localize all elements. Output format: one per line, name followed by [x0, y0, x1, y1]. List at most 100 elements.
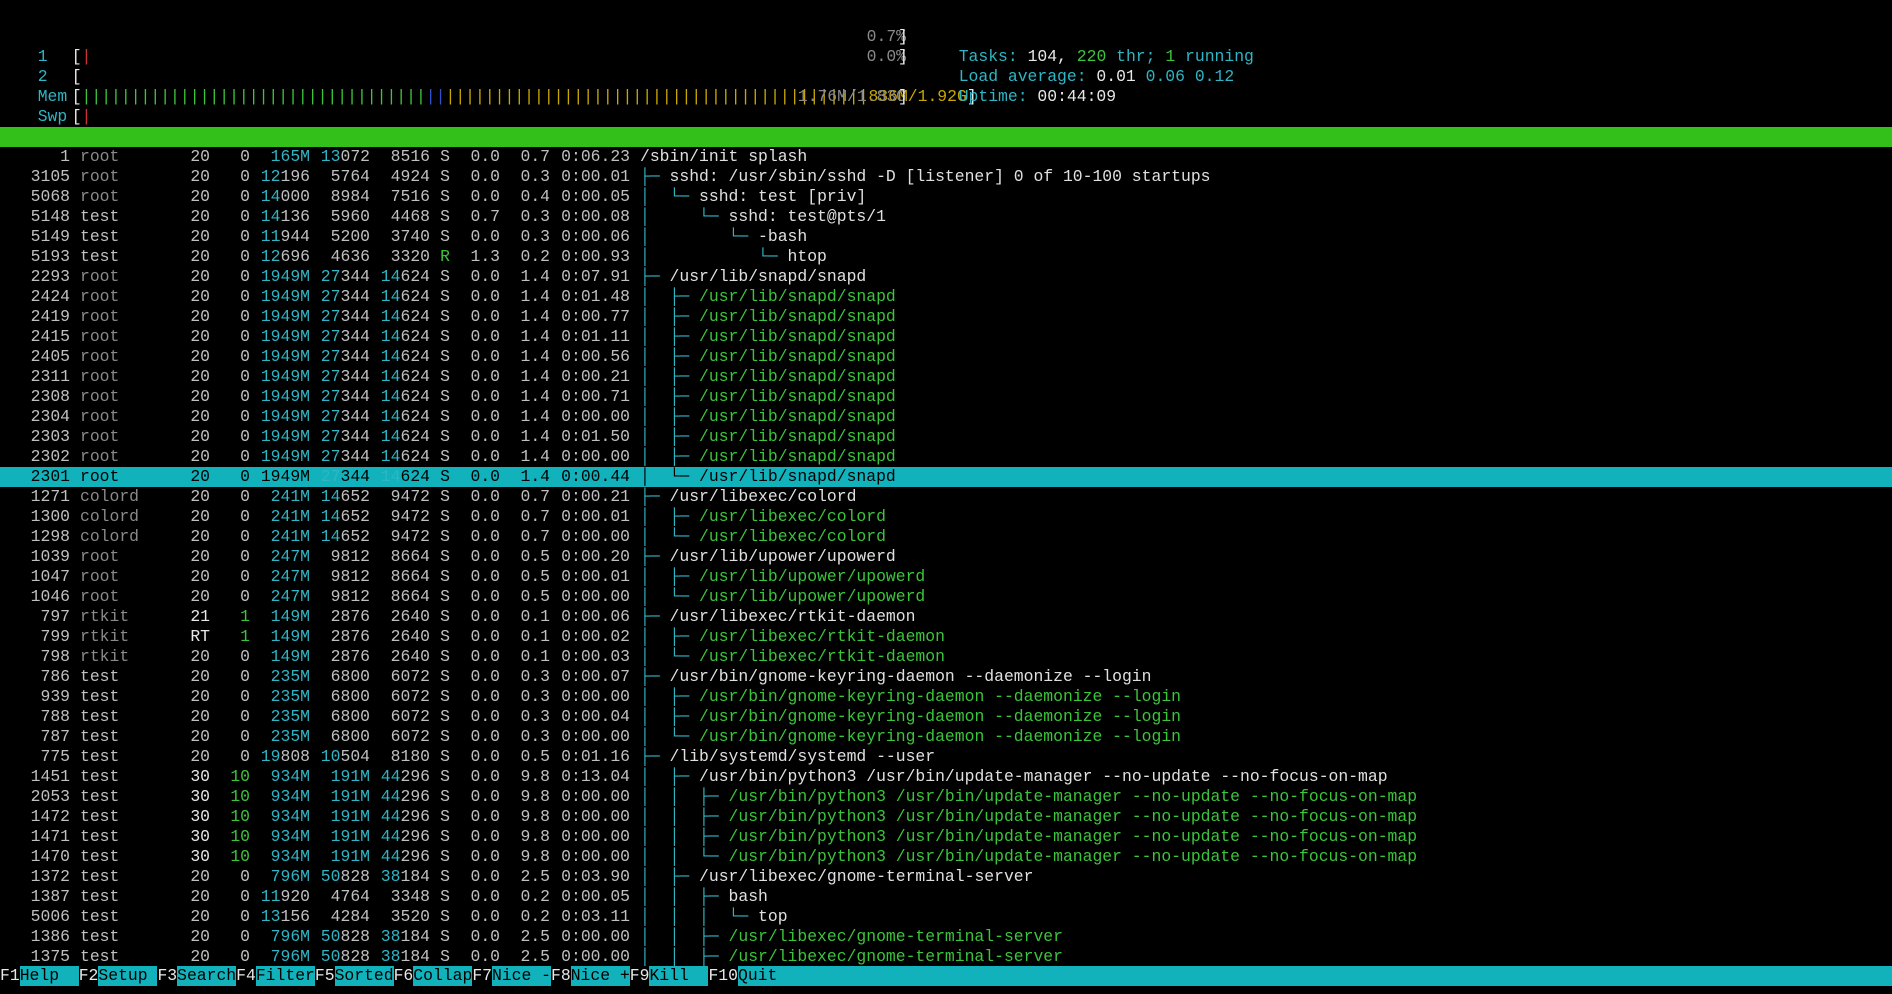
process-row[interactable]: 5148 test 20 0 14136 5960 4468 S 0.7 0.3 0:00.08 │ … — [0, 207, 1892, 227]
cell-pid: 775 — [40, 747, 70, 766]
process-row[interactable]: 1271 colord 20 0 241M 14652 9472 S 0.0 0.7 0:00.21… — [0, 487, 1892, 507]
process-row[interactable]: 2424 root 20 0 1949M 27344 14624 S 0.0 1.4 0:01.48… — [0, 287, 1892, 307]
cell-pri: 20 — [190, 387, 210, 406]
fkey-label-f1[interactable]: Help — [19, 966, 79, 986]
fkey-label-f9[interactable]: Kill — [649, 966, 709, 986]
cell-cpu: 0.0 — [470, 827, 500, 846]
cell-shr: 44296 — [380, 847, 430, 866]
cell-mem: 1.4 — [520, 347, 550, 366]
process-row[interactable]: 1046 root 20 0 247M 9812 8664 S 0.0 0.5 0:00.00 │ └… — [0, 587, 1892, 607]
fkey-label-f6[interactable]: Collap — [413, 966, 473, 986]
fkey-f10[interactable]: F10 — [708, 966, 738, 986]
cell-res: 13072 — [320, 147, 370, 166]
fkey-label-f10[interactable]: Quit — [737, 966, 778, 986]
fkey-label-f2[interactable]: Setup — [98, 966, 158, 986]
process-row[interactable]: 5149 test 20 0 11944 5200 3740 S 0.0 0.3 0:00.06 │ … — [0, 227, 1892, 247]
fkey-label-f5[interactable]: Sorted — [334, 966, 394, 986]
cell-pri: 20 — [190, 367, 210, 386]
process-row[interactable]: 1 root 20 0 165M 13072 8516 S 0.0 0.7 0:06.23/sbin… — [0, 147, 1892, 167]
fkey-label-f7[interactable]: Nice - — [492, 966, 552, 986]
process-row[interactable]: 2405 root 20 0 1949M 27344 14624 S 0.0 1.4 0:00.56… — [0, 347, 1892, 367]
fkey-f2[interactable]: F2 — [78, 966, 99, 986]
cell-pid: 5149 — [30, 227, 70, 246]
cell-s: S — [440, 927, 450, 946]
process-row[interactable]: 2415 root 20 0 1949M 27344 14624 S 0.0 1.4 0:01.11… — [0, 327, 1892, 347]
fkey-f7[interactable]: F7 — [472, 966, 492, 986]
cell-cpu: 0.0 — [470, 907, 500, 926]
swp-close-bracket: ] — [898, 87, 908, 106]
cell-user: root — [80, 267, 120, 286]
cell-cpu: 0.0 — [470, 647, 500, 666]
fkey-f3[interactable]: F3 — [157, 966, 178, 986]
cell-user: test — [80, 827, 120, 846]
process-row[interactable]: 3105 root 20 0 12196 5764 4924 S 0.0 0.3 0:00.01 ├─… — [0, 167, 1892, 187]
process-row[interactable]: 775 test 20 0 19808 10504 8180 S 0.0 0.5 0:01.16 ├─… — [0, 747, 1892, 767]
cell-s: S — [440, 587, 450, 606]
cell-ni: 0 — [240, 307, 250, 326]
process-row[interactable]: 787 test 20 0 235M 6800 6072 S 0.0 0.3 0:00.00 │ └─… — [0, 727, 1892, 747]
cell-pid: 799 — [40, 627, 70, 646]
process-row[interactable]: 2053 test 30 10 934M 191M 44296 S 0.0 9.8 0:00.00 │… — [0, 787, 1892, 807]
process-row[interactable]: 797 rtkit 21 1 149M 2876 2640 S 0.0 0.1 0:00.06 ├─ … — [0, 607, 1892, 627]
process-row[interactable]: 5006 test 20 0 13156 4284 3520 S 0.0 0.2 0:03.11 │ … — [0, 907, 1892, 927]
cell-cpu: 0.0 — [470, 187, 500, 206]
process-row[interactable]: 2419 root 20 0 1949M 27344 14624 S 0.0 1.4 0:00.77… — [0, 307, 1892, 327]
process-row[interactable]: 2311 root 20 0 1949M 27344 14624 S 0.0 1.4 0:00.21… — [0, 367, 1892, 387]
process-row[interactable]: 1039 root 20 0 247M 9812 8664 S 0.0 0.5 0:00.20 ├─ … — [0, 547, 1892, 567]
process-row[interactable]: 1451 test 30 10 934M 191M 44296 S 0.0 9.8 0:13.04 │… — [0, 767, 1892, 787]
fkey-f6[interactable]: F6 — [393, 966, 414, 986]
cell-pid: 1471 — [30, 827, 70, 846]
process-row[interactable]: 2293 root 20 0 1949M 27344 14624 S 0.0 1.4 0:07.91… — [0, 267, 1892, 287]
process-row[interactable]: 1387 test 20 0 11920 4764 3348 S 0.0 0.2 0:00.05 │ … — [0, 887, 1892, 907]
process-row[interactable]: 1047 root 20 0 247M 9812 8664 S 0.0 0.5 0:00.01 │ ├… — [0, 567, 1892, 587]
process-row[interactable]: 1471 test 30 10 934M 191M 44296 S 0.0 9.8 0:00.00 │… — [0, 827, 1892, 847]
process-row[interactable]: 2304 root 20 0 1949M 27344 14624 S 0.0 1.4 0:00.00… — [0, 407, 1892, 427]
fkey-f4[interactable]: F4 — [236, 966, 256, 986]
cell-virt: 235M — [270, 687, 310, 706]
process-row[interactable]: 1470 test 30 10 934M 191M 44296 S 0.0 9.8 0:00.00 │… — [0, 847, 1892, 867]
process-row[interactable]: 2301 root 20 0 1949M 27344 14624 S 0.0 1.4 0:00.44… — [0, 467, 1892, 487]
process-row[interactable]: 5193 test 20 0 12696 4636 3320 R 1.3 0.2 0:00.93 │ … — [0, 247, 1892, 267]
process-row[interactable]: 2302 root 20 0 1949M 27344 14624 S 0.0 1.4 0:00.00… — [0, 447, 1892, 467]
cell-pid: 2424 — [30, 287, 70, 306]
tree-branch: │ ├─ — [640, 367, 700, 386]
cell-time: 0:00.00 — [561, 527, 630, 546]
cell-shr: 14624 — [380, 427, 430, 446]
fkey-f8[interactable]: F8 — [551, 966, 571, 986]
cell-virt: 1949M — [260, 267, 310, 286]
process-row[interactable]: 788 test 20 0 235M 6800 6072 S 0.0 0.3 0:00.04 │ ├─… — [0, 707, 1892, 727]
cell-res: 6800 — [330, 707, 370, 726]
cell-s: S — [440, 687, 450, 706]
cell-s: S — [440, 187, 450, 206]
process-row[interactable]: 2303 root 20 0 1949M 27344 14624 S 0.0 1.4 0:01.50… — [0, 427, 1892, 447]
column-header[interactable]: PID USER PRI NI VIRT RES SHR S CPU% MEM% TIME+ Comm… — [0, 127, 1892, 166]
process-row[interactable]: 1472 test 30 10 934M 191M 44296 S 0.0 9.8 0:00.00 │… — [0, 807, 1892, 827]
process-row[interactable]: 939 test 20 0 235M 6800 6072 S 0.0 0.3 0:00.00 │ ├─… — [0, 687, 1892, 707]
fkey-label-f4[interactable]: Filter — [255, 966, 315, 986]
cell-pid: 1271 — [30, 487, 70, 506]
cell-time: 0:07.91 — [561, 267, 630, 286]
cell-res: 14652 — [320, 527, 370, 546]
fkey-f9[interactable]: F9 — [629, 966, 650, 986]
process-row[interactable]: 798 rtkit 20 0 149M 2876 2640 S 0.0 0.1 0:00.03 │ └… — [0, 647, 1892, 667]
process-row[interactable]: 786 test 20 0 235M 6800 6072 S 0.0 0.3 0:00.07 ├─ /… — [0, 667, 1892, 687]
cell-mem: 0.4 — [520, 187, 550, 206]
fkey-label-f8[interactable]: Nice + — [570, 966, 630, 986]
fkey-f5[interactable]: F5 — [314, 966, 335, 986]
process-row[interactable]: 1372 test 20 0 796M 50828 38184 S 0.0 2.5 0:03.90 │… — [0, 867, 1892, 887]
process-row[interactable]: 1298 colord 20 0 241M 14652 9472 S 0.0 0.7 0:00.00… — [0, 527, 1892, 547]
cell-time: 0:00.71 — [561, 387, 630, 406]
fkey-f1[interactable]: F1 — [0, 966, 20, 986]
process-row[interactable]: 1375 test 20 0 796M 50828 38184 S 0.0 2.5 0:00.00 │… — [0, 947, 1892, 967]
process-row[interactable]: 799 rtkit RT 1 149M 2876 2640 S 0.0 0.1 0:00.02 │ ├… — [0, 627, 1892, 647]
process-row[interactable]: 1386 test 20 0 796M 50828 38184 S 0.0 2.5 0:00.00 │… — [0, 927, 1892, 947]
fkey-label-f3[interactable]: Search — [177, 966, 237, 986]
cell-res: 4284 — [330, 907, 370, 926]
tree-branch: │ └─ — [640, 247, 788, 266]
process-row[interactable]: 1300 colord 20 0 241M 14652 9472 S 0.0 0.7 0:00.01… — [0, 507, 1892, 527]
process-row[interactable]: 2308 root 20 0 1949M 27344 14624 S 0.0 1.4 0:00.71… — [0, 387, 1892, 407]
process-row[interactable]: 5068 root 20 0 14000 8984 7516 S 0.0 0.4 0:00.05 │ … — [0, 187, 1892, 207]
cell-res: 27344 — [320, 287, 370, 306]
swp-meter: Swp [| — [37, 107, 92, 126]
process-list[interactable]: 1 root 20 0 165M 13072 8516 S 0.0 0.7 0:06.23/sbin… — [0, 147, 1892, 967]
